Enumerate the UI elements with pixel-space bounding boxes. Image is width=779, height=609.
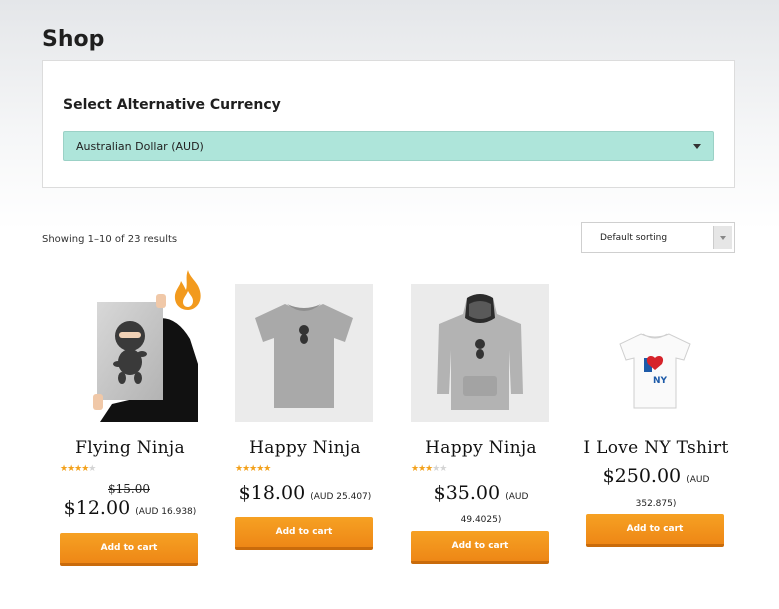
star-icon: ★★★★★ xyxy=(235,464,271,474)
currency-select-value: Australian Dollar (AUD) xyxy=(76,139,204,153)
product-image[interactable] xyxy=(411,284,549,422)
product-title[interactable]: Happy Ninja xyxy=(401,438,561,458)
chevron-down-icon xyxy=(693,144,701,149)
product-title[interactable]: Flying Ninja xyxy=(50,438,210,458)
currency-switcher-panel: Select Alternative Currency Australian D… xyxy=(42,60,735,188)
alt-currency-price: (AUD xyxy=(686,475,710,485)
tshirt-image xyxy=(235,284,373,422)
product-price: $35.00 (AUD xyxy=(396,482,566,504)
product-title[interactable]: I Love NY Tshirt xyxy=(576,438,736,458)
price-amount: $18.00 xyxy=(238,482,306,504)
product-title[interactable]: Happy Ninja xyxy=(225,438,385,458)
currency-select[interactable]: Australian Dollar (AUD) xyxy=(63,131,714,161)
currency-label: Select Alternative Currency xyxy=(63,97,281,113)
add-to-cart-button[interactable]: Add to cart xyxy=(411,531,549,564)
alt-currency-price-line2: 49.4025) xyxy=(396,507,566,526)
sort-select-value: Default sorting xyxy=(600,232,668,243)
product-image[interactable] xyxy=(235,284,373,422)
star-icon: ★★★★ xyxy=(60,464,89,474)
add-to-cart-button[interactable]: Add to cart xyxy=(60,533,198,566)
star-icon: ★★★ xyxy=(411,464,433,474)
chevron-down-icon xyxy=(713,226,732,249)
star-icon: ★ xyxy=(88,464,96,474)
hoodie-image xyxy=(411,284,549,422)
star-rating: ★★★★★ xyxy=(411,464,447,474)
flame-icon xyxy=(174,270,201,310)
add-to-cart-button[interactable]: Add to cart xyxy=(235,517,373,550)
alt-currency-price: 49.4025) xyxy=(460,515,502,525)
price-amount: $12.00 xyxy=(63,497,131,519)
tshirt-image: NY xyxy=(586,284,724,422)
star-icon: ★★ xyxy=(432,464,447,474)
product-price: $250.00 (AUD xyxy=(571,465,741,487)
product-price: $18.00 (AUD 25.407) xyxy=(220,482,390,504)
sort-select[interactable]: Default sorting xyxy=(581,222,735,253)
alt-currency-price: 352.875) xyxy=(635,499,677,509)
page-title: Shop xyxy=(42,27,105,52)
alt-currency-price-line2: 352.875) xyxy=(571,491,741,510)
results-count: Showing 1–10 of 23 results xyxy=(42,234,178,245)
price-amount: $35.00 xyxy=(433,482,501,504)
alt-currency-price: (AUD xyxy=(505,492,529,502)
sale-price: $12.00 (AUD 16.938) xyxy=(45,497,215,519)
alt-currency-price: (AUD 16.938) xyxy=(135,507,197,517)
star-rating: ★★★★★ xyxy=(235,464,271,474)
star-rating: ★★★★★ xyxy=(60,464,96,474)
alt-currency-price: (AUD 25.407) xyxy=(310,492,372,502)
product-image[interactable]: NY xyxy=(586,284,724,422)
svg-text:NY: NY xyxy=(653,376,668,386)
regular-price: $15.00 xyxy=(108,482,150,496)
add-to-cart-button[interactable]: Add to cart xyxy=(586,514,724,547)
price-amount: $250.00 xyxy=(602,465,682,487)
